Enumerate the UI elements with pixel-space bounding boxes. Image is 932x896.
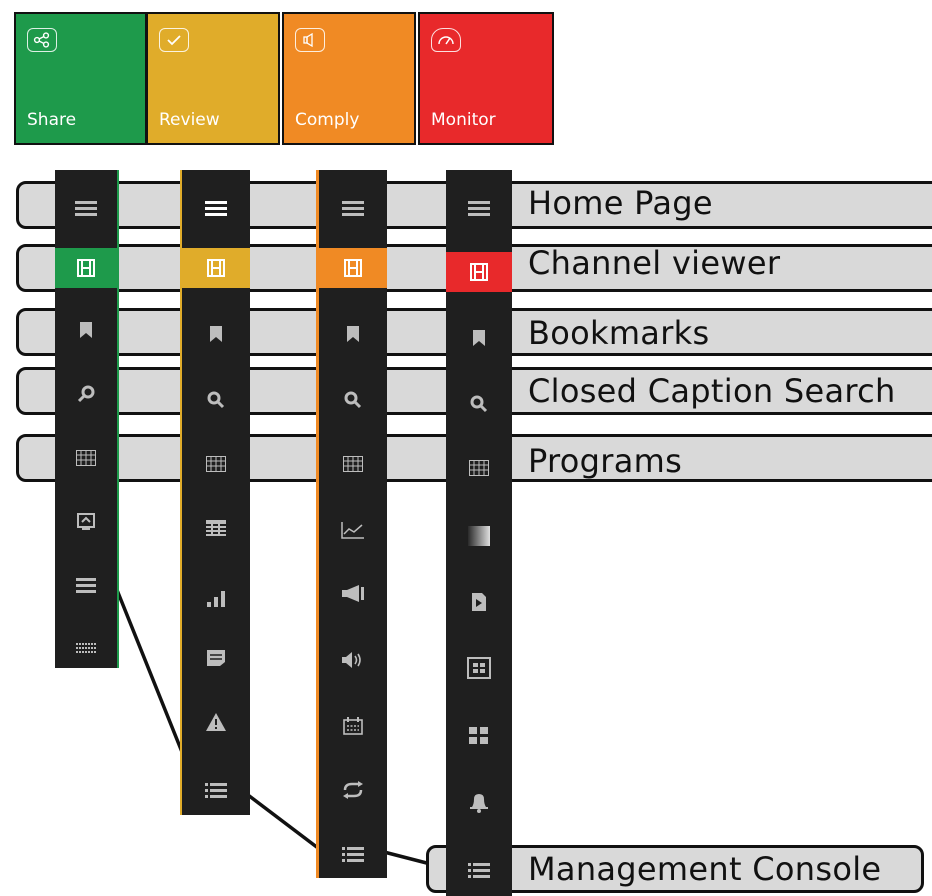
sidebar-item-play-doc[interactable]: [446, 582, 512, 622]
sidebar-item-linechart[interactable]: [319, 510, 387, 550]
gradient-icon: [468, 526, 490, 546]
sidebar-share: [55, 170, 119, 668]
play-doc-icon: [471, 592, 487, 612]
tiles-icon: [469, 727, 489, 745]
sidebar-item-search[interactable]: [446, 384, 512, 424]
sidebar-item-alerts[interactable]: [182, 702, 250, 742]
sidebar-item-dashboard[interactable]: [446, 648, 512, 688]
sidebar-item-home[interactable]: [182, 188, 250, 228]
sidebar-item-programs[interactable]: [182, 444, 250, 484]
menu-icon: [75, 200, 97, 216]
label-closed-caption-search: Closed Caption Search: [528, 372, 896, 410]
sidebar-item-repeat[interactable]: [319, 770, 387, 810]
grid-icon: [343, 456, 363, 472]
sidebar-item-search[interactable]: [182, 380, 250, 420]
sidebar-item-search[interactable]: [319, 380, 387, 420]
list-icon: [205, 782, 227, 798]
film-icon: [207, 259, 225, 277]
dashboard-icon: [467, 657, 491, 679]
sidebar-item-calendar[interactable]: [319, 706, 387, 746]
sidebar-item-management-console[interactable]: [319, 834, 387, 874]
sidebar-item-tiles[interactable]: [446, 716, 512, 756]
film-icon: [344, 259, 362, 277]
sidebar-item-programs[interactable]: [446, 448, 512, 488]
sidebar-item-programs[interactable]: [319, 444, 387, 484]
sidebar-item-bookmarks[interactable]: [319, 314, 387, 354]
repeat-icon: [342, 781, 364, 799]
search-icon: [469, 395, 489, 413]
sidebar-item-home[interactable]: [446, 188, 512, 228]
label-management-console: Management Console: [528, 850, 882, 888]
sidebar-item-bookmarks[interactable]: [55, 310, 117, 350]
menu-icon: [468, 200, 490, 216]
dots-icon: [76, 643, 96, 653]
sidebar-item-bookmarks[interactable]: [182, 314, 250, 354]
sidebar-item-home[interactable]: [319, 188, 387, 228]
sidebar-item-megaphone[interactable]: [319, 574, 387, 614]
film-icon: [77, 259, 95, 277]
sidebar-item-screen[interactable]: [55, 502, 117, 542]
bookmark-icon: [79, 321, 93, 339]
sidebar-item-channel-viewer[interactable]: [182, 248, 250, 288]
linechart-icon: [341, 521, 365, 539]
sidebar-item-list[interactable]: [55, 566, 117, 606]
sidebar-item-dots[interactable]: [55, 628, 117, 668]
bars-icon: [206, 589, 226, 607]
sidebar-item-channel-viewer[interactable]: [446, 252, 512, 292]
note-icon: [206, 649, 226, 667]
calendar-icon: [343, 717, 363, 735]
bell-icon: [468, 791, 490, 813]
list-icon: [76, 578, 96, 594]
sidebar-item-search[interactable]: [55, 374, 117, 414]
menu-icon: [342, 200, 364, 216]
bookmark-icon: [346, 325, 360, 343]
screen-icon: [77, 513, 95, 531]
sidebar-item-gradient[interactable]: [446, 516, 512, 556]
sidebar-item-table[interactable]: [182, 508, 250, 548]
grid-icon: [469, 460, 489, 476]
list-icon: [468, 862, 490, 878]
sidebar-item-management-console[interactable]: [182, 770, 250, 810]
menu-icon: [205, 200, 227, 216]
search-icon: [206, 391, 226, 409]
sidebar-item-volume[interactable]: [319, 640, 387, 680]
grid-icon: [206, 456, 226, 472]
megaphone-icon: [341, 584, 365, 604]
sidebar-item-bookmarks[interactable]: [446, 318, 512, 358]
sidebar-monitor: [446, 170, 512, 896]
sidebar-comply: [316, 170, 387, 878]
label-bookmarks: Bookmarks: [528, 314, 710, 352]
grid-icon: [76, 450, 96, 466]
label-programs: Programs: [528, 442, 683, 480]
sidebar-item-channel-viewer[interactable]: [55, 248, 117, 288]
sidebar-item-note[interactable]: [182, 638, 250, 678]
film-icon: [470, 263, 488, 281]
sidebar-item-programs[interactable]: [55, 438, 117, 478]
label-channel-viewer: Channel viewer: [528, 244, 781, 282]
bookmark-icon: [209, 325, 223, 343]
list-icon: [342, 846, 364, 862]
volume-icon: [341, 651, 365, 669]
sidebar-item-bars[interactable]: [182, 578, 250, 618]
sidebar-item-channel-viewer[interactable]: [319, 248, 387, 288]
table-icon: [206, 520, 226, 536]
search-icon: [76, 385, 96, 403]
bookmark-icon: [472, 329, 486, 347]
sidebar-item-notifications[interactable]: [446, 782, 512, 822]
search-icon: [343, 391, 363, 409]
sidebar-item-home[interactable]: [55, 188, 117, 228]
sidebar-review: [180, 170, 250, 815]
sidebar-item-management-console[interactable]: [446, 850, 512, 890]
label-home-page: Home Page: [528, 184, 713, 222]
warning-icon: [205, 712, 227, 732]
